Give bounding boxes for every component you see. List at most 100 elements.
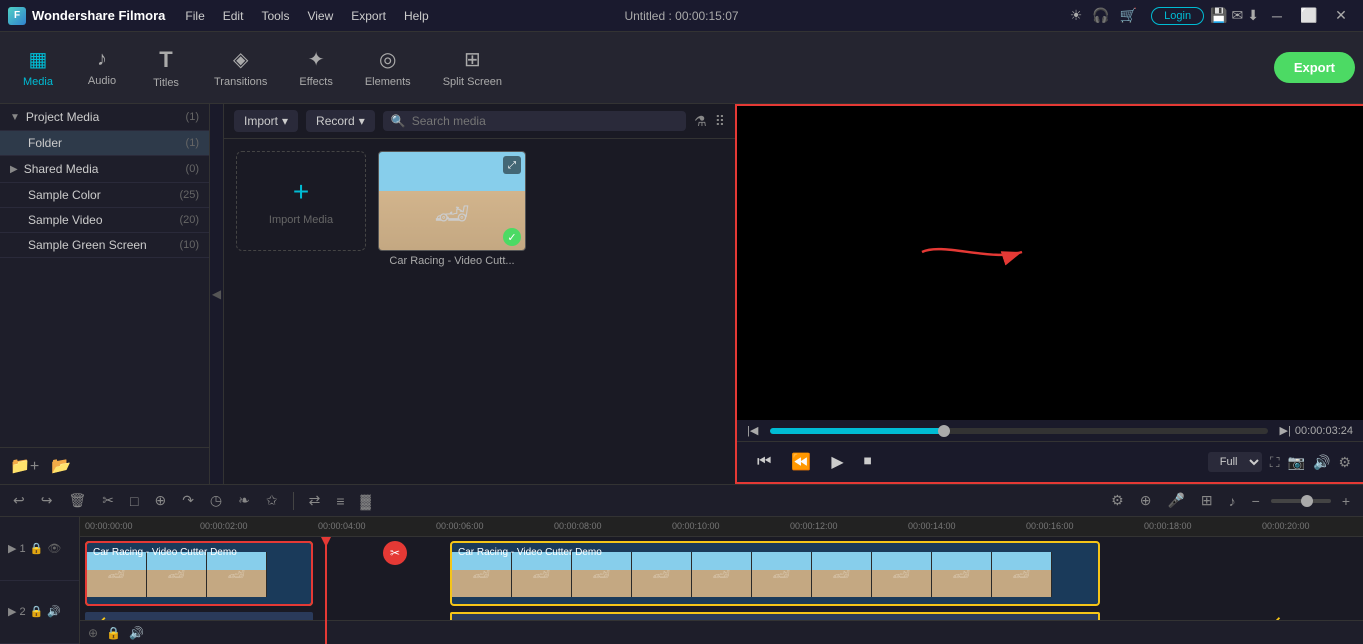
- progress-container[interactable]: [770, 428, 1267, 434]
- transition-btn[interactable]: ⊞: [1196, 489, 1218, 512]
- grid-view-icon[interactable]: ⠿: [715, 113, 725, 130]
- toolbar-media-label: Media: [23, 76, 53, 88]
- collapse-handle[interactable]: ◀: [210, 104, 224, 484]
- undo-button[interactable]: ↩: [8, 489, 30, 512]
- menu-view[interactable]: View: [299, 5, 341, 27]
- sample-green-screen-item[interactable]: Sample Green Screen (10): [0, 233, 209, 258]
- lock-icon-2[interactable]: 🔒: [30, 605, 44, 618]
- media-toolbar: Import ▾ Record ▾ 🔍 ⚗ ⠿: [224, 104, 735, 139]
- mail-icon[interactable]: ✉: [1232, 7, 1244, 24]
- folder-item[interactable]: Folder (1): [0, 131, 209, 156]
- delete-button[interactable]: 🗑: [63, 489, 91, 512]
- crop-button[interactable]: ⊕: [149, 489, 171, 512]
- stop-button[interactable]: ⏹: [856, 449, 880, 475]
- track-1-label: Car Racing - Video Cutter Demo: [93, 547, 237, 558]
- playhead[interactable]: [325, 537, 327, 644]
- eye-icon-1[interactable]: 👁: [47, 542, 61, 555]
- video-track-2[interactable]: Car Racing - Video Cutter Demo 🏎 🏎 🏎 🏎 🏎…: [450, 541, 1100, 606]
- add-folder-button[interactable]: 📁+: [10, 456, 39, 476]
- import-label: Import: [244, 114, 278, 128]
- toolbar-elements[interactable]: ◎ Elements: [351, 41, 425, 94]
- track-2-label: Car Racing - Video Cutter Demo: [458, 547, 602, 558]
- volume-icon[interactable]: 🔊: [1313, 454, 1330, 471]
- headphone-icon[interactable]: 🎧: [1092, 7, 1109, 24]
- save-icon[interactable]: 💾: [1210, 7, 1227, 24]
- rewind-button[interactable]: ⏪: [783, 448, 819, 476]
- mute-all-icon[interactable]: 🔊: [129, 626, 144, 640]
- zoom-thumb[interactable]: [1301, 495, 1313, 507]
- plus-zoom-btn[interactable]: +: [1337, 490, 1355, 512]
- lock-icon-1[interactable]: 🔒: [30, 542, 44, 555]
- track-num-1: ▶ 1: [8, 542, 26, 555]
- project-media-header[interactable]: ▼ Project Media (1): [0, 104, 209, 131]
- rotate-button[interactable]: ↷: [177, 489, 199, 512]
- rewind-to-start-button[interactable]: ⏮: [749, 449, 779, 475]
- next-frame-icon: ▶|: [1280, 424, 1291, 437]
- folder-open-button[interactable]: 📂: [51, 456, 71, 476]
- audio-button[interactable]: ⇄: [304, 489, 326, 512]
- import-placeholder[interactable]: + Import Media: [236, 151, 366, 251]
- add-track-btn[interactable]: ⊕: [1135, 489, 1157, 512]
- search-input[interactable]: [412, 114, 678, 128]
- fullscreen-icon[interactable]: ⛶: [1270, 454, 1280, 471]
- import-dropdown-arrow[interactable]: ▾: [282, 114, 288, 128]
- media-item-car-racing[interactable]: ⤢ ✓ Car Racing - Video Cutt...: [378, 151, 526, 267]
- panel-bottom-bar: 📁+ 📂: [0, 447, 209, 484]
- export-button[interactable]: Export: [1274, 52, 1355, 83]
- mic-btn[interactable]: 🎤: [1162, 489, 1189, 512]
- stabilize-button[interactable]: ✩: [261, 489, 283, 512]
- menu-export[interactable]: Export: [343, 5, 394, 27]
- screenshot-icon[interactable]: 📷: [1288, 454, 1305, 471]
- record-button[interactable]: Record ▾: [306, 110, 375, 132]
- redo-button[interactable]: ↪: [36, 489, 58, 512]
- maximize-button[interactable]: ⬜: [1295, 6, 1323, 26]
- play-button[interactable]: ▶: [823, 448, 851, 476]
- sample-video-item[interactable]: Sample Video (20): [0, 208, 209, 233]
- close-button[interactable]: ✕: [1327, 6, 1355, 26]
- import-button[interactable]: Import ▾: [234, 110, 298, 132]
- toolbar: ▦ Media ♪ Audio T Titles ◈ Transitions ✦…: [0, 32, 1363, 104]
- copy-button[interactable]: □: [125, 490, 143, 512]
- toolbar-media[interactable]: ▦ Media: [8, 41, 68, 94]
- toolbar-titles[interactable]: T Titles: [136, 41, 196, 95]
- toolbar-audio[interactable]: ♪ Audio: [72, 42, 132, 93]
- quality-selector[interactable]: Full: [1208, 452, 1262, 472]
- zoom-slider[interactable]: [1271, 499, 1331, 503]
- color-btn[interactable]: ▓: [356, 490, 376, 512]
- menu-tools[interactable]: Tools: [253, 5, 297, 27]
- animation-button[interactable]: ❧: [233, 489, 255, 512]
- login-button[interactable]: Login: [1151, 7, 1204, 25]
- cut-button[interactable]: ✂: [97, 489, 119, 512]
- expand-icon[interactable]: ⤢: [503, 156, 521, 174]
- volume-icon-2[interactable]: 🔊: [47, 605, 61, 618]
- timeline-toolbar: ↩ ↪ 🗑 ✂ □ ⊕ ↷ ◷ ❧ ✩ ⇄ ≡ ▓ ⚙ ⊕ 🎤 ⊞ ♪ − +: [0, 485, 1363, 517]
- download-icon[interactable]: ⬇: [1247, 7, 1259, 24]
- add-media-icon[interactable]: ⊕: [88, 626, 98, 640]
- lock-all-icon[interactable]: 🔒: [106, 626, 121, 640]
- sample-color-item[interactable]: Sample Color (25): [0, 183, 209, 208]
- ruler-marks: 00:00:00:00 00:00:02:00 00:00:04:00 00:0…: [80, 517, 1363, 536]
- speed-button[interactable]: ◷: [205, 489, 227, 512]
- settings-btn[interactable]: ⚙: [1106, 489, 1129, 512]
- music-btn[interactable]: ♪: [1224, 490, 1241, 512]
- toolbar-effects[interactable]: ✦ Effects: [285, 41, 346, 94]
- menu-help[interactable]: Help: [396, 5, 437, 27]
- video-track-1[interactable]: Car Racing - Video Cutter Demo 🏎 🏎 🏎: [85, 541, 313, 606]
- menu-edit[interactable]: Edit: [215, 5, 252, 27]
- transitions-icon: ◈: [233, 47, 248, 72]
- sun-icon[interactable]: ☀: [1070, 7, 1083, 24]
- minimize-button[interactable]: ─: [1263, 6, 1291, 26]
- settings-icon[interactable]: ⚙: [1338, 454, 1351, 471]
- video-btn[interactable]: ≡: [331, 490, 349, 512]
- progress-thumb[interactable]: [938, 425, 950, 437]
- menu-file[interactable]: File: [177, 5, 212, 27]
- filter-icon[interactable]: ⚗: [694, 113, 707, 130]
- window-controls: 💾 ✉ ⬇ ─ ⬜ ✕: [1210, 6, 1355, 26]
- shared-media-header[interactable]: ▶ Shared Media (0): [0, 156, 209, 183]
- record-dropdown-arrow[interactable]: ▾: [359, 114, 365, 128]
- ruler-mark-20: 00:00:20:00: [1262, 521, 1310, 531]
- cart-icon[interactable]: 🛒: [1120, 7, 1137, 24]
- minus-zoom-btn[interactable]: −: [1247, 490, 1265, 512]
- toolbar-split-screen[interactable]: ⊞ Split Screen: [429, 41, 516, 94]
- toolbar-transitions[interactable]: ◈ Transitions: [200, 41, 281, 94]
